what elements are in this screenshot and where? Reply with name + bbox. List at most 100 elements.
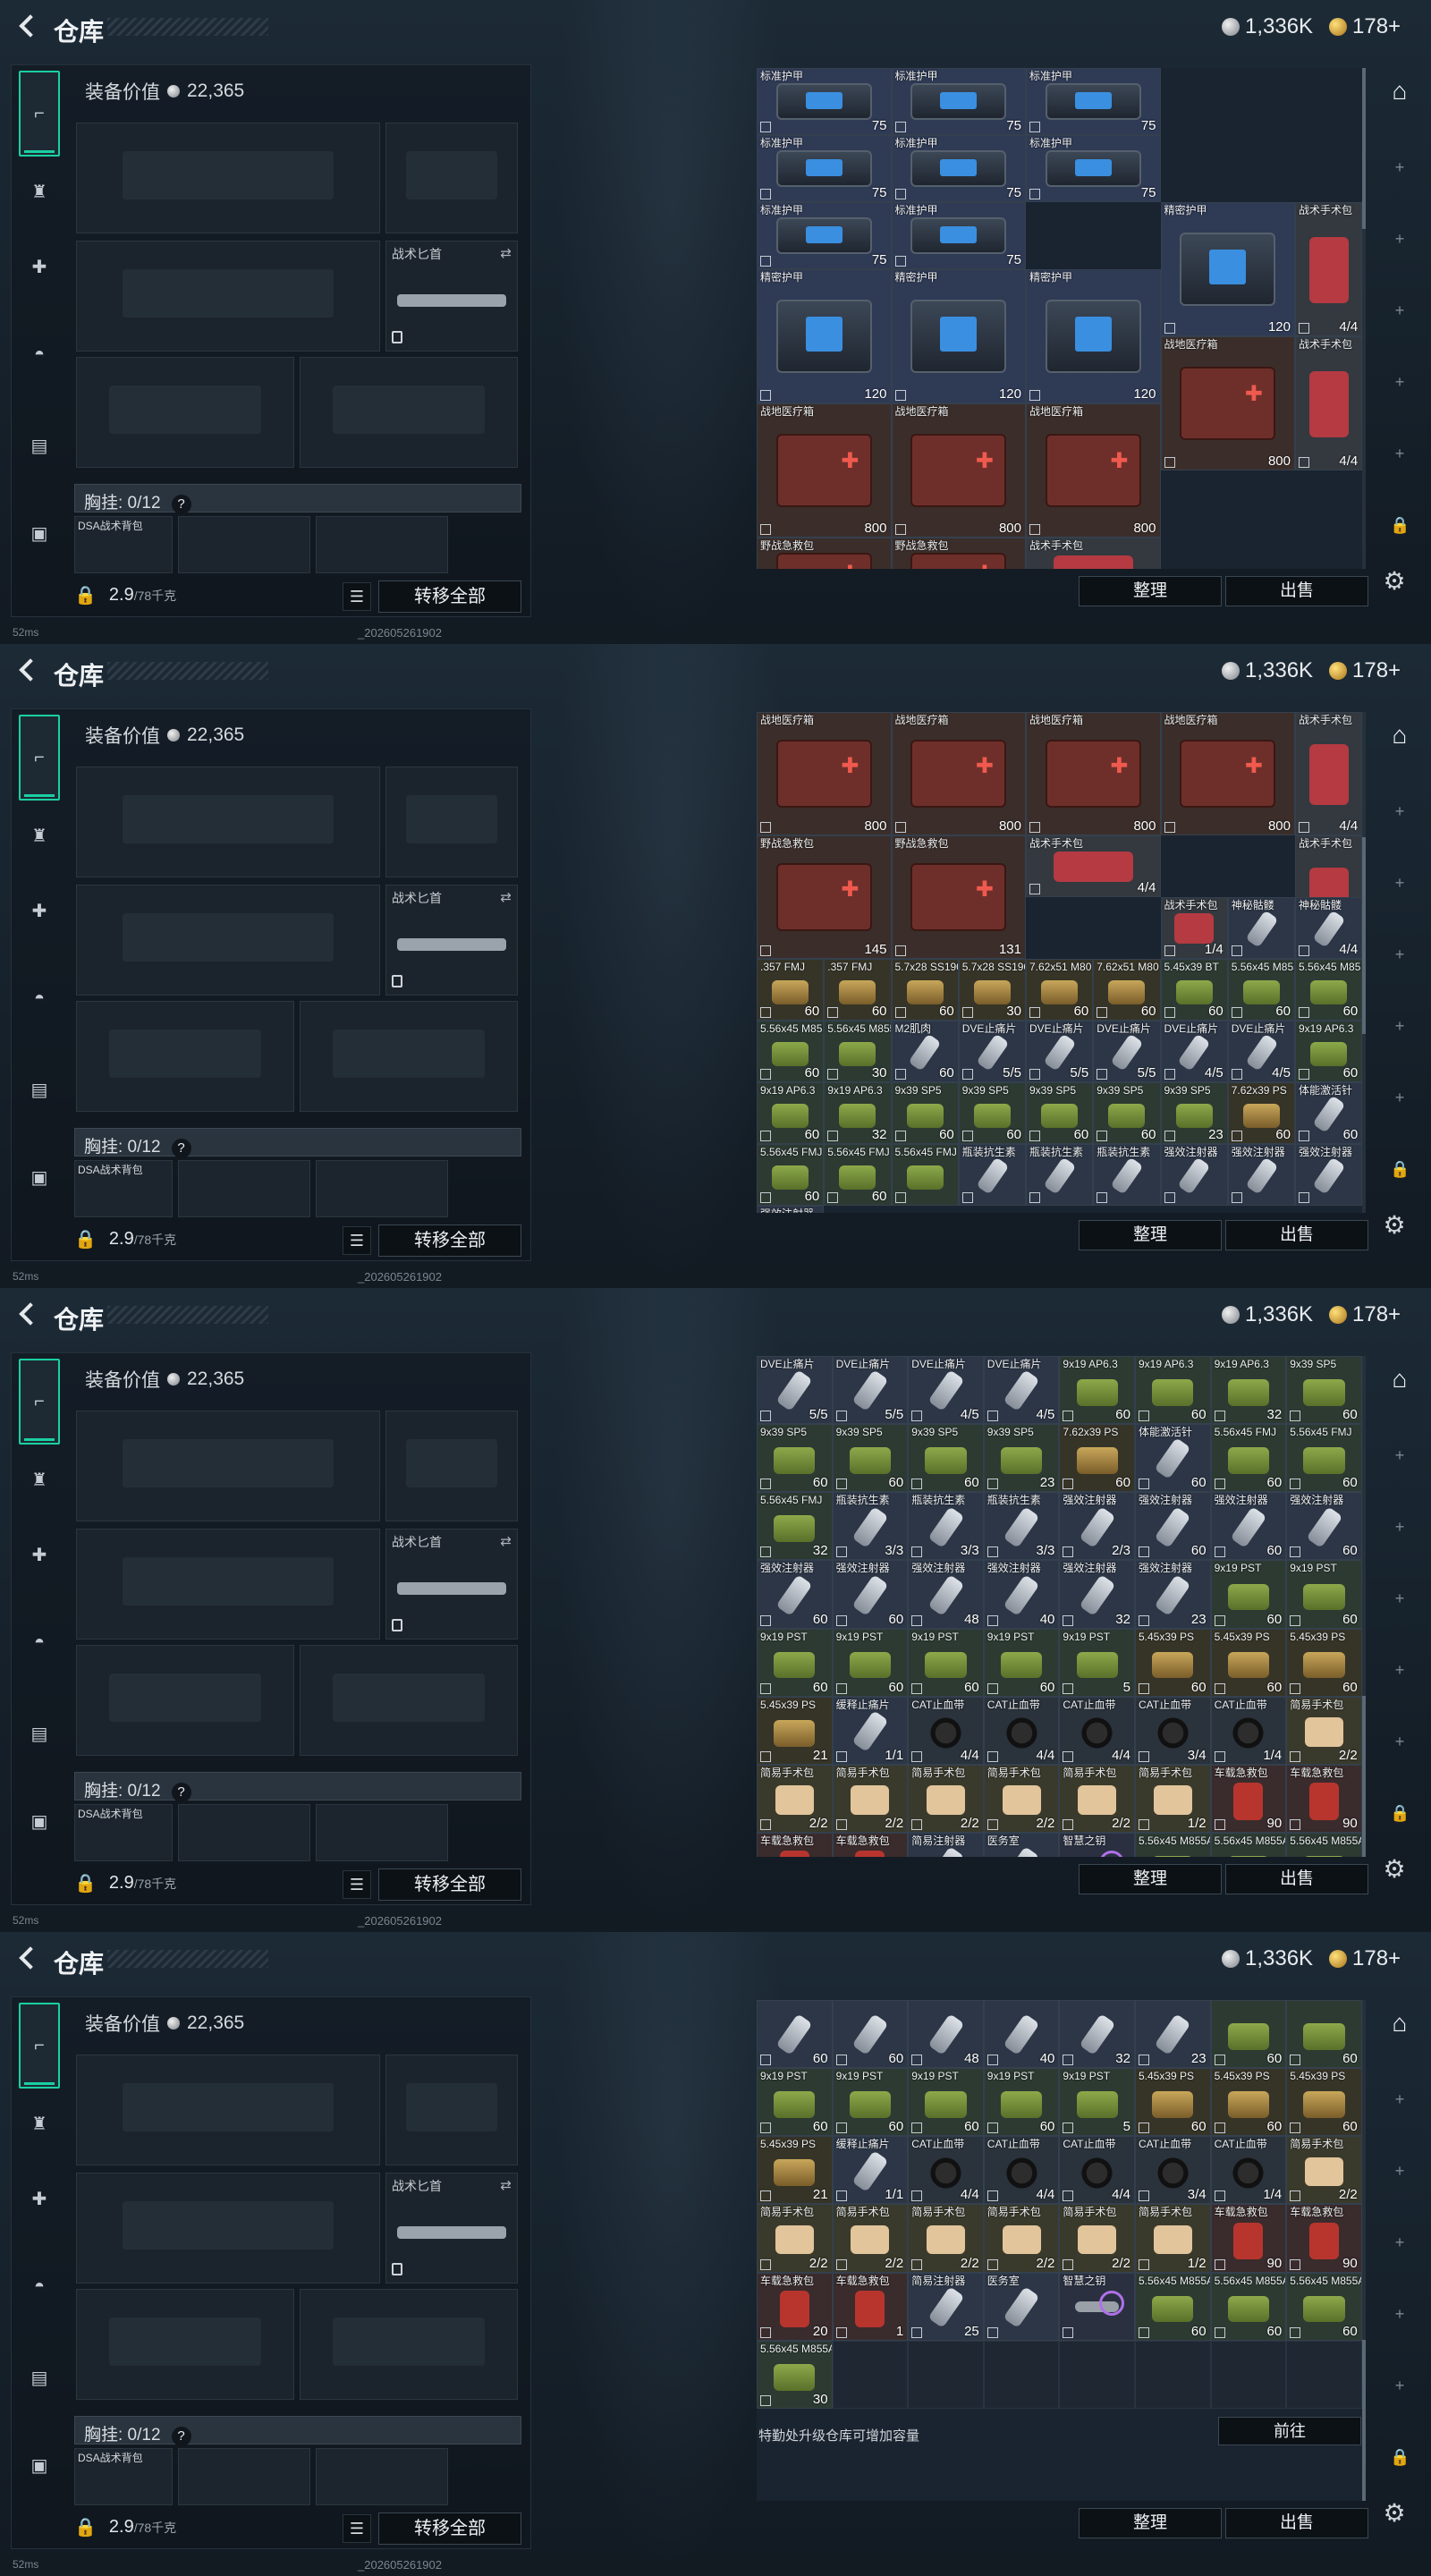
grid-scrollbar[interactable] [1362, 2000, 1366, 2501]
inventory-item[interactable]: 60 [832, 2000, 909, 2069]
inventory-item[interactable]: DVE止痛片 5/5 [832, 1356, 909, 1425]
inventory-item[interactable]: 5.56x45 FMJ 60 [824, 1144, 892, 1206]
inventory-item[interactable]: 简易手术包 2/2 [757, 1764, 833, 1833]
inventory-item[interactable]: 5.56x45 FMJ 60 [1286, 1424, 1362, 1493]
inventory-item[interactable]: DVE止痛片 5/5 [1093, 1021, 1161, 1082]
inventory-item[interactable]: CAT止血带 4/4 [908, 1696, 984, 1765]
inventory-item[interactable]: 5.56x45 FMJ 60 [1210, 1424, 1287, 1493]
inventory-item[interactable]: 5.56x45 M855A1 30 [824, 1021, 892, 1082]
home-tab-icon[interactable]: ⌂ [1383, 1363, 1417, 1397]
inventory-item[interactable]: 强效注射器 [1160, 1144, 1228, 1206]
add-tab-icon[interactable]: + [1390, 801, 1410, 821]
helmet-slot[interactable] [76, 357, 294, 468]
scroll-thumb[interactable] [1362, 1696, 1366, 1857]
inventory-item[interactable]: .357 FMJ 60 [824, 959, 892, 1021]
body-armor-slot[interactable] [300, 2289, 518, 2400]
inventory-item[interactable]: 标准护甲 75 [891, 202, 1026, 269]
toolbox-icon[interactable]: ▣ [19, 513, 60, 554]
gold-currency[interactable]: 178+ [1329, 658, 1401, 683]
inventory-item[interactable]: 强效注射器 32 [1059, 1560, 1135, 1629]
inventory-item[interactable]: 5.45x39 PS 21 [757, 1696, 833, 1765]
inventory-item[interactable]: CAT止血带 4/4 [1059, 2136, 1135, 2205]
inventory-item[interactable]: 战地医疗箱 800 [891, 403, 1026, 538]
inventory-item[interactable]: 60 [1286, 2000, 1362, 2069]
inventory-item[interactable]: 简易手术包 2/2 [832, 2204, 909, 2273]
inventory-item[interactable]: 5.7x28 SS190 30 [958, 959, 1026, 1021]
inventory-item[interactable]: 体能激活针 60 [1135, 1424, 1211, 1493]
inventory-item[interactable]: 40 [983, 2000, 1060, 2069]
inventory-item[interactable]: 9x19 AP6.3 60 [1059, 1356, 1135, 1425]
inventory-item[interactable]: 精密护甲 120 [1160, 202, 1295, 336]
inventory-item[interactable]: 缓释止痛片 1/1 [832, 2136, 909, 2205]
list-view-button[interactable]: ☰ [343, 1870, 371, 1899]
transfer-all-button[interactable]: 转移全部 [378, 580, 521, 613]
grid-scrollbar[interactable] [1362, 68, 1366, 569]
inventory-item[interactable]: 强效注射器 23 [1135, 1560, 1211, 1629]
home-tab-icon[interactable]: ⌂ [1383, 75, 1417, 109]
list-view-button[interactable]: ☰ [343, 1226, 371, 1255]
inventory-item[interactable]: 9x39 SP5 60 [1286, 1356, 1362, 1425]
add-tab-icon[interactable]: + [1390, 1517, 1410, 1537]
add-tab-icon[interactable]: + [1390, 2233, 1410, 2252]
inventory-item[interactable]: 战术手术包 4/4 [1295, 712, 1363, 835]
inventory-item[interactable]: CAT止血带 1/4 [1210, 1696, 1287, 1765]
inventory-item[interactable]: 简易手术包 2/2 [832, 1764, 909, 1833]
backpack-slot[interactable]: DSA战术背包 [74, 2448, 173, 2505]
swap-icon[interactable]: ⇄ [500, 245, 512, 261]
gold-currency[interactable]: 178+ [1329, 14, 1401, 39]
inventory-item[interactable]: 强效注射器 60 [1135, 1492, 1211, 1561]
inventory-item[interactable]: 野战急救包 [757, 538, 892, 569]
inventory-item[interactable]: M2肌肉 60 [891, 1021, 959, 1082]
inventory-item[interactable]: 强效注射器 48 [908, 1560, 984, 1629]
armor-icon[interactable]: ♜ [19, 1459, 60, 1500]
backpack-icon[interactable]: ▤ [19, 1069, 60, 1110]
backpack-icon[interactable]: ▤ [19, 1713, 60, 1754]
help-icon[interactable]: ? [171, 2427, 191, 2446]
melee-slot[interactable]: 战术匕首 ⇄ [385, 241, 518, 352]
inventory-item[interactable]: 5.45x39 PS 60 [1210, 1628, 1287, 1697]
inventory-item[interactable]: CAT止血带 4/4 [983, 2136, 1060, 2205]
inventory-item[interactable]: 9x19 PST 60 [983, 2068, 1060, 2137]
grid-scrollbar[interactable] [1362, 712, 1366, 1213]
lock-icon[interactable]: 🔒 [1390, 2447, 1410, 2467]
pocket-slot[interactable] [316, 1804, 448, 1861]
lock-icon[interactable]: 🔒 [1390, 1159, 1410, 1179]
vest-icon[interactable]: ✚ [19, 2178, 60, 2219]
helmet-icon[interactable]: ◓ [19, 2266, 60, 2307]
add-tab-icon[interactable]: + [1390, 2161, 1410, 2181]
list-view-button[interactable]: ☰ [343, 582, 371, 611]
backpack-slot[interactable]: DSA战术背包 [74, 1160, 173, 1217]
inventory-item[interactable]: 5.56x45 M855A1 60 [1295, 959, 1363, 1021]
inventory-item[interactable]: 9x39 SP5 60 [908, 1424, 984, 1493]
inventory-item[interactable]: 23 [1135, 2000, 1211, 2069]
inventory-item[interactable]: 简易手术包 2/2 [1059, 1764, 1135, 1833]
inventory-item[interactable]: 车载急救包1 [832, 1832, 909, 1857]
add-tab-icon[interactable]: + [1390, 157, 1410, 177]
inventory-item[interactable]: 5.45x39 PS 60 [1135, 1628, 1211, 1697]
backpack-icon[interactable]: ▤ [19, 2357, 60, 2398]
back-button[interactable] [14, 1945, 41, 1971]
inventory-item[interactable]: 战地医疗箱 800 [1160, 712, 1295, 835]
melee-slot[interactable]: 战术匕首 ⇄ [385, 885, 518, 996]
secondary-weapon-slot[interactable] [76, 1529, 380, 1640]
backpack-slot[interactable]: DSA战术背包 [74, 1804, 173, 1861]
sort-button[interactable]: 整理 [1079, 1864, 1222, 1894]
help-icon[interactable]: ? [171, 1139, 191, 1158]
inventory-item[interactable]: 简易手术包 2/2 [1286, 2136, 1362, 2205]
inventory-item[interactable]: 9x39 SP5 60 [1026, 1082, 1094, 1144]
inventory-item[interactable]: DVE止痛片 5/5 [958, 1021, 1026, 1082]
inventory-item[interactable]: 强效注射器 2/3 [1059, 1492, 1135, 1561]
pistol-slot[interactable] [385, 1411, 518, 1521]
melee-slot[interactable]: 战术匕首 ⇄ [385, 1529, 518, 1640]
inventory-item[interactable]: 9x19 PST 60 [983, 1628, 1060, 1697]
inventory-item[interactable]: 9x39 SP5 60 [757, 1424, 833, 1493]
pocket-slot[interactable] [316, 2448, 448, 2505]
add-tab-icon[interactable]: + [1390, 372, 1410, 392]
armor-icon[interactable]: ♜ [19, 171, 60, 212]
inventory-item[interactable]: 瓶装抗生素 3/3 [908, 1492, 984, 1561]
add-tab-icon[interactable]: + [1390, 1016, 1410, 1036]
backpack-slot[interactable]: DSA战术背包 [74, 516, 173, 573]
inventory-item[interactable]: 强效注射器 [1295, 1144, 1363, 1206]
inventory-item[interactable]: 简易手术包 2/2 [983, 1764, 1060, 1833]
inventory-item[interactable]: 简易手术包 1/2 [1135, 1764, 1211, 1833]
